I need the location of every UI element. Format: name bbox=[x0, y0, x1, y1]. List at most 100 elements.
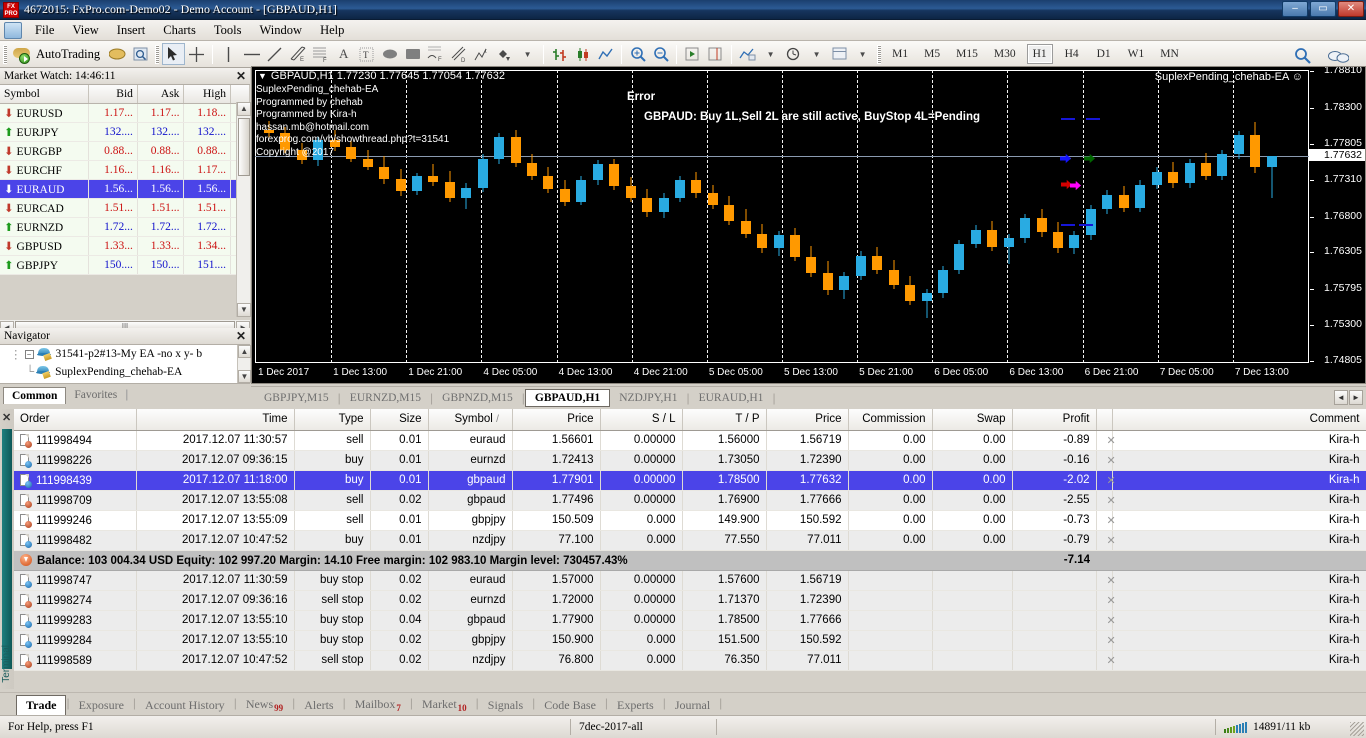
trade-row[interactable]: 1119987092017.12.07 13:55:08sell0.02gbpa… bbox=[14, 490, 1366, 510]
strategy-tester-icon[interactable] bbox=[129, 43, 152, 65]
trade-row[interactable]: 1119992832017.12.07 13:55:10buy stop0.04… bbox=[14, 610, 1366, 630]
terminal-close-icon[interactable]: ✕ bbox=[2, 411, 11, 424]
close-order-icon[interactable]: ✕ bbox=[1096, 530, 1112, 550]
templates-dropdown-icon[interactable]: ▼ bbox=[805, 43, 828, 65]
trade-row[interactable]: 1119985892017.12.07 10:47:52sell stop0.0… bbox=[14, 650, 1366, 670]
close-order-icon[interactable]: ✕ bbox=[1096, 510, 1112, 530]
line-chart-icon[interactable] bbox=[594, 43, 617, 65]
col-price-current[interactable]: Price bbox=[766, 409, 848, 430]
autotrading-button[interactable]: AutoTrading bbox=[10, 43, 106, 66]
market-watch-row[interactable]: ⬇ EURCHF1.16...1.16...1.17...1 bbox=[0, 160, 250, 179]
mw-col-low-partial[interactable] bbox=[230, 85, 249, 103]
timeframe-w1[interactable]: W1 bbox=[1123, 44, 1150, 64]
timeframe-toolbar-grip[interactable] bbox=[877, 45, 881, 64]
rectangle-icon[interactable] bbox=[401, 43, 424, 65]
menu-window[interactable]: Window bbox=[251, 21, 312, 40]
chart-window[interactable]: ▼GBPAUD,H1 1.77230 1.77645 1.77054 1.776… bbox=[251, 66, 1366, 384]
terminal-tab-trade[interactable]: Trade bbox=[16, 695, 66, 715]
elliott-wave-icon[interactable]: t bbox=[470, 43, 493, 65]
tab-common[interactable]: Common bbox=[3, 387, 66, 404]
close-button[interactable]: ✕ bbox=[1338, 1, 1364, 17]
timeframe-mn[interactable]: MN bbox=[1155, 44, 1184, 64]
col-comment[interactable]: Comment bbox=[1112, 409, 1366, 430]
mw-col-symbol[interactable]: Symbol bbox=[0, 85, 89, 103]
col-order[interactable]: Order bbox=[14, 409, 136, 430]
mw-col-high[interactable]: High bbox=[184, 85, 231, 103]
close-order-icon[interactable]: ✕ bbox=[1096, 630, 1112, 650]
terminal-tab-code-base[interactable]: Code Base bbox=[535, 696, 605, 715]
chart-tab-nzdjpy-h1[interactable]: NZDJPY,H1 bbox=[610, 390, 686, 406]
terminal-tab-account-history[interactable]: Account History bbox=[136, 696, 234, 715]
status-profile-name[interactable]: 7dec-2017-all bbox=[571, 716, 716, 738]
chart-tab-prev-button[interactable]: ◄ bbox=[1334, 390, 1348, 405]
terminal-tab-alerts[interactable]: Alerts bbox=[295, 696, 342, 715]
market-watch-row[interactable]: ⬇ EURCAD1.51...1.51...1.51...1 bbox=[0, 198, 250, 217]
ellipse-icon[interactable] bbox=[378, 43, 401, 65]
zoom-out-icon[interactable] bbox=[649, 43, 672, 65]
market-watch-row[interactable]: ⬇ EURGBP0.88...0.88...0.88...0 bbox=[0, 141, 250, 160]
col-tp[interactable]: T / P bbox=[682, 409, 766, 430]
mw-symbol-cell[interactable]: ⬇ EURAUD bbox=[0, 179, 89, 198]
text-icon[interactable]: A bbox=[332, 43, 355, 65]
menu-view[interactable]: View bbox=[63, 21, 107, 40]
window-dropdown-icon[interactable]: ▼ bbox=[851, 43, 874, 65]
fibonacci-icon[interactable]: F bbox=[309, 43, 332, 65]
arrows-icon[interactable] bbox=[493, 43, 516, 65]
navigator-item-ea-2[interactable]: └ SuplexPending_chehab-EA bbox=[0, 363, 250, 381]
chart-price-scale[interactable]: 1.788101.783001.778051.773101.768001.763… bbox=[1309, 67, 1365, 383]
close-order-icon[interactable]: ✕ bbox=[1096, 590, 1112, 610]
chat-icon[interactable] bbox=[1327, 46, 1350, 68]
chart-shift-icon[interactable] bbox=[704, 43, 727, 65]
nav-scroll-up-arrow[interactable]: ▲ bbox=[238, 345, 251, 358]
market-watch-row[interactable]: ⬇ GBPUSD1.33...1.33...1.34...1 bbox=[0, 236, 250, 255]
mw-symbol-cell[interactable]: ⬆ EURJPY bbox=[0, 122, 89, 141]
navigator-close-icon[interactable]: ✕ bbox=[236, 329, 246, 344]
col-type[interactable]: Type bbox=[294, 409, 370, 430]
col-price-open[interactable]: Price bbox=[512, 409, 600, 430]
search-icon[interactable] bbox=[1291, 45, 1314, 67]
col-time[interactable]: Time bbox=[136, 409, 294, 430]
col-commission[interactable]: Commission bbox=[848, 409, 932, 430]
close-order-icon[interactable]: ✕ bbox=[1096, 470, 1112, 490]
mw-scroll-up-arrow[interactable]: ▲ bbox=[237, 102, 251, 116]
bar-chart-icon[interactable] bbox=[548, 43, 571, 65]
chart-tab-gbpjpy-m15[interactable]: GBPJPY,M15 bbox=[255, 390, 338, 406]
horizontal-line-icon[interactable] bbox=[240, 43, 263, 65]
timeframe-m5[interactable]: M5 bbox=[919, 44, 945, 64]
menu-tools[interactable]: Tools bbox=[205, 21, 251, 40]
close-order-icon[interactable]: ✕ bbox=[1096, 450, 1112, 470]
trade-row[interactable]: 1119984822017.12.07 10:47:52buy0.01nzdjp… bbox=[14, 530, 1366, 550]
crosshair-icon[interactable] bbox=[185, 43, 208, 65]
market-watch-row[interactable]: ⬆ GBPJPY150....150....151....1 bbox=[0, 255, 250, 274]
expert-advisors-icon[interactable] bbox=[106, 43, 129, 65]
trade-row[interactable]: 1119992842017.12.07 13:55:10buy stop0.02… bbox=[14, 630, 1366, 650]
col-size[interactable]: Size bbox=[370, 409, 428, 430]
col-sl[interactable]: S / L bbox=[600, 409, 682, 430]
cycle-lines-icon[interactable]: F bbox=[424, 43, 447, 65]
timeframe-h4[interactable]: H4 bbox=[1059, 44, 1085, 64]
close-order-icon[interactable]: ✕ bbox=[1096, 430, 1112, 450]
market-watch-row[interactable]: ⬇ EURAUD1.56...1.56...1.56...1 bbox=[0, 179, 250, 198]
terminal-tab-experts[interactable]: Experts bbox=[608, 696, 663, 715]
mw-scroll-down-arrow[interactable]: ▼ bbox=[237, 303, 251, 317]
menu-charts[interactable]: Charts bbox=[154, 21, 205, 40]
terminal-tab-signals[interactable]: Signals bbox=[479, 696, 532, 715]
trade-row[interactable]: 1119984392017.12.07 11:18:00buy0.01gbpau… bbox=[14, 470, 1366, 490]
vertical-line-icon[interactable] bbox=[217, 43, 240, 65]
mw-symbol-cell[interactable]: ⬆ EURNZD bbox=[0, 217, 89, 236]
market-watch-close-icon[interactable]: ✕ bbox=[236, 69, 246, 84]
resize-grip[interactable] bbox=[1350, 722, 1364, 736]
candlestick-chart-icon[interactable] bbox=[571, 43, 594, 65]
toolbar-grip[interactable] bbox=[3, 45, 7, 64]
andrews-pitchfork-icon[interactable]: D bbox=[447, 43, 470, 65]
trade-row[interactable]: 1119984942017.12.07 11:30:57sell0.01eura… bbox=[14, 430, 1366, 450]
mw-symbol-cell[interactable]: ⬇ EURCHF bbox=[0, 160, 89, 179]
mw-col-ask[interactable]: Ask bbox=[137, 85, 184, 103]
terminal-tab-news[interactable]: News99 bbox=[237, 695, 292, 715]
mw-symbol-cell[interactable]: ⬇ EURUSD bbox=[0, 103, 89, 122]
zoom-in-icon[interactable] bbox=[626, 43, 649, 65]
market-watch-row[interactable]: ⬆ EURJPY132....132....132....1 bbox=[0, 122, 250, 141]
trade-row[interactable]: 1119987472017.12.07 11:30:59buy stop0.02… bbox=[14, 570, 1366, 590]
close-order-icon[interactable]: ✕ bbox=[1096, 570, 1112, 590]
timeframe-m15[interactable]: M15 bbox=[951, 44, 983, 64]
